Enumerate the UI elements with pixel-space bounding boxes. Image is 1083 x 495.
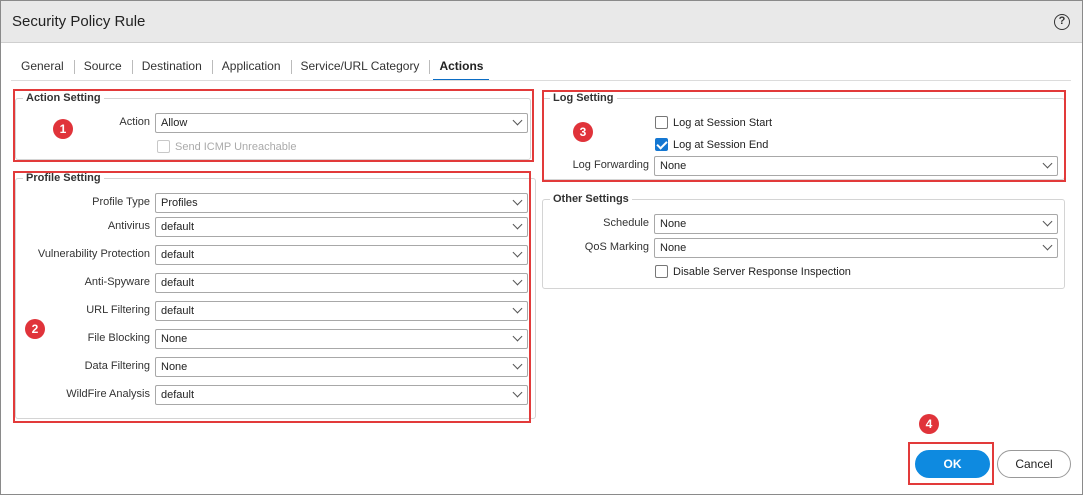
profile-setting-legend: Profile Setting bbox=[23, 172, 104, 184]
annotation-badge-1: 1 bbox=[53, 119, 73, 139]
wildfire-analysis-select[interactable]: default bbox=[155, 385, 528, 405]
url-filtering-row: URL Filtering default bbox=[15, 301, 531, 321]
schedule-row: Schedule None bbox=[542, 214, 1062, 234]
ok-button[interactable]: OK bbox=[915, 450, 990, 478]
antivirus-row: Antivirus default bbox=[15, 217, 531, 237]
anti-spyware-row: Anti-Spyware default bbox=[15, 273, 531, 293]
schedule-value: None bbox=[660, 218, 687, 230]
tab-general[interactable]: General bbox=[11, 53, 74, 81]
file-blocking-select[interactable]: None bbox=[155, 329, 528, 349]
action-label: Action bbox=[119, 116, 150, 128]
log-session-start-label: Log at Session Start bbox=[673, 117, 773, 129]
data-filtering-select[interactable]: None bbox=[155, 357, 528, 377]
log-forwarding-label: Log Forwarding bbox=[572, 159, 649, 171]
schedule-select[interactable]: None bbox=[654, 214, 1058, 234]
file-blocking-label: File Blocking bbox=[87, 332, 150, 344]
send-icmp-unreachable-label: Send ICMP Unreachable bbox=[175, 141, 297, 153]
log-forwarding-value: None bbox=[660, 160, 687, 172]
profile-setting-group: Profile Setting bbox=[15, 172, 536, 419]
send-icmp-unreachable-checkbox[interactable] bbox=[157, 140, 170, 153]
chevron-down-icon bbox=[512, 247, 523, 258]
anti-spyware-value: default bbox=[161, 277, 195, 289]
profile-type-select[interactable]: Profiles bbox=[155, 193, 528, 213]
tab-application[interactable]: Application bbox=[211, 53, 291, 81]
chevron-down-icon bbox=[1042, 216, 1053, 227]
action-row: Action Allow bbox=[15, 113, 531, 133]
schedule-label: Schedule bbox=[603, 217, 649, 229]
antivirus-select[interactable]: default bbox=[155, 217, 528, 237]
disable-server-response-inspection-label: Disable Server Response Inspection bbox=[673, 266, 851, 278]
log-session-end-checkbox[interactable] bbox=[655, 138, 668, 151]
log-session-start-checkbox[interactable] bbox=[655, 116, 668, 129]
qos-marking-value: None bbox=[660, 242, 687, 254]
log-forwarding-select[interactable]: None bbox=[654, 156, 1058, 176]
chevron-down-icon bbox=[512, 275, 523, 286]
security-policy-rule-dialog: Security Policy Rule ? General Source De… bbox=[0, 0, 1083, 495]
vulnerability-protection-label: Vulnerability Protection bbox=[37, 248, 150, 260]
anti-spyware-label: Anti-Spyware bbox=[84, 276, 150, 288]
action-setting-legend: Action Setting bbox=[23, 92, 104, 104]
vulnerability-protection-select[interactable]: default bbox=[155, 245, 528, 265]
vulnerability-protection-value: default bbox=[161, 249, 195, 261]
disable-server-response-inspection-checkbox[interactable] bbox=[655, 265, 668, 278]
data-filtering-row: Data Filtering None bbox=[15, 357, 531, 377]
dialog-title: Security Policy Rule bbox=[12, 13, 146, 30]
chevron-down-icon bbox=[1042, 158, 1053, 169]
chevron-down-icon bbox=[512, 115, 523, 126]
file-blocking-value: None bbox=[161, 333, 188, 345]
chevron-down-icon bbox=[512, 219, 523, 230]
antivirus-value: default bbox=[161, 221, 195, 233]
antivirus-label: Antivirus bbox=[107, 220, 150, 232]
data-filtering-value: None bbox=[161, 361, 188, 373]
chevron-down-icon bbox=[512, 387, 523, 398]
wildfire-analysis-label: WildFire Analysis bbox=[66, 388, 150, 400]
other-settings-legend: Other Settings bbox=[550, 193, 632, 205]
anti-spyware-select[interactable]: default bbox=[155, 273, 528, 293]
tab-divider bbox=[11, 80, 1071, 81]
tab-bar: General Source Destination Application S… bbox=[11, 53, 493, 81]
chevron-down-icon bbox=[512, 359, 523, 370]
wildfire-analysis-value: default bbox=[161, 389, 195, 401]
data-filtering-label: Data Filtering bbox=[84, 360, 150, 372]
tab-actions[interactable]: Actions bbox=[429, 53, 493, 81]
log-setting-legend: Log Setting bbox=[550, 92, 617, 104]
chevron-down-icon bbox=[512, 303, 523, 314]
action-select[interactable]: Allow bbox=[155, 113, 528, 133]
qos-marking-row: QoS Marking None bbox=[542, 238, 1062, 258]
url-filtering-value: default bbox=[161, 305, 195, 317]
url-filtering-select[interactable]: default bbox=[155, 301, 528, 321]
annotation-badge-3: 3 bbox=[573, 122, 593, 142]
tab-service-url-category[interactable]: Service/URL Category bbox=[290, 53, 430, 81]
tab-destination[interactable]: Destination bbox=[131, 53, 212, 81]
action-value: Allow bbox=[161, 117, 188, 129]
profile-type-row: Profile Type Profiles bbox=[15, 193, 531, 213]
qos-marking-select[interactable]: None bbox=[654, 238, 1058, 258]
wildfire-analysis-row: WildFire Analysis default bbox=[15, 385, 531, 405]
vulnerability-protection-row: Vulnerability Protection default bbox=[15, 245, 531, 265]
cancel-button[interactable]: Cancel bbox=[997, 450, 1071, 478]
dialog-titlebar: Security Policy Rule ? bbox=[1, 1, 1082, 43]
url-filtering-label: URL Filtering bbox=[86, 304, 150, 316]
chevron-down-icon bbox=[1042, 240, 1053, 251]
log-session-end-label: Log at Session End bbox=[673, 139, 769, 151]
chevron-down-icon bbox=[512, 331, 523, 342]
help-icon[interactable]: ? bbox=[1054, 14, 1070, 30]
chevron-down-icon bbox=[512, 195, 523, 206]
log-forwarding-row: Log Forwarding None bbox=[542, 156, 1062, 176]
profile-type-label: Profile Type bbox=[92, 196, 150, 208]
qos-marking-label: QoS Marking bbox=[584, 241, 649, 253]
file-blocking-row: File Blocking None bbox=[15, 329, 531, 349]
profile-type-value: Profiles bbox=[161, 197, 198, 209]
tab-source[interactable]: Source bbox=[73, 53, 132, 81]
annotation-badge-2: 2 bbox=[25, 319, 45, 339]
annotation-badge-4: 4 bbox=[919, 414, 939, 434]
